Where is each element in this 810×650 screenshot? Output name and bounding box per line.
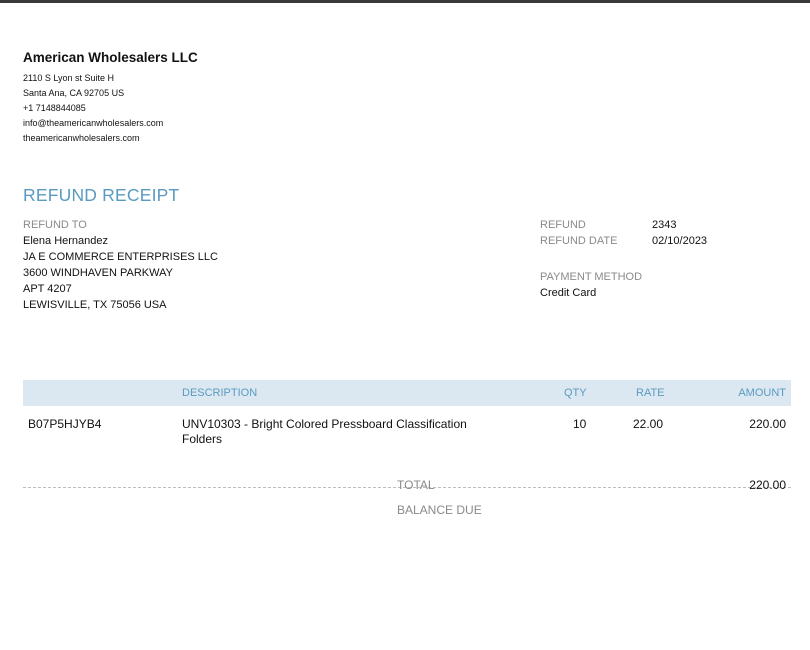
company-phone: +1 7148844085 <box>23 103 86 113</box>
payment-method-label: PAYMENT METHOD <box>540 271 643 283</box>
refund-date-label: REFUND DATE <box>540 235 618 247</box>
payment-method-block: PAYMENT METHOD Credit Card <box>540 269 707 301</box>
company-name: American Wholesalers LLC <box>23 50 198 65</box>
total-value: 220.00 <box>749 478 786 492</box>
balance-due-row: BALANCE DUE <box>397 503 791 528</box>
company-website: theamericanwholesalers.com <box>23 133 140 143</box>
customer-name: Elena Hernandez <box>23 235 109 247</box>
refund-meta: REFUND 2343 REFUND DATE 02/10/2023 PAYME… <box>540 217 707 301</box>
item-description-line2: Folders <box>182 432 223 446</box>
item-description: UNV10303 - Bright Colored Pressboard Cla… <box>182 417 467 447</box>
company-address-line1: 2110 S Lyon st Suite H <box>23 73 115 83</box>
company-address-line2: Santa Ana, CA 92705 US <box>23 88 125 98</box>
document-title: REFUND RECEIPT <box>23 185 180 205</box>
refund-date-value: 02/10/2023 <box>652 235 708 247</box>
customer-city: LEWISVILLE, TX 75056 USA <box>23 299 167 311</box>
refund-to-block: REFUND TO Elena Hernandez JA E COMMERCE … <box>23 217 218 313</box>
refund-to-label: REFUND TO <box>23 219 87 231</box>
header-rate: RATE <box>636 387 665 399</box>
refund-date-row: REFUND DATE 02/10/2023 <box>540 233 707 249</box>
company-email: info@theamericanwholesalers.com <box>23 118 164 128</box>
customer-apt: APT 4207 <box>23 283 72 295</box>
header-qty: QTY <box>564 387 587 399</box>
item-sku: B07P5HJYB4 <box>28 417 102 431</box>
header-amount: AMOUNT <box>738 387 786 399</box>
item-rate: 22.00 <box>633 417 664 431</box>
header-description: DESCRIPTION <box>182 387 258 399</box>
table-row: B07P5HJYB4 UNV10303 - Bright Colored Pre… <box>23 406 791 488</box>
item-qty: 10 <box>573 417 587 431</box>
item-amount: 220.00 <box>749 417 786 431</box>
refund-number-value: 2343 <box>652 219 677 231</box>
top-border <box>0 0 810 3</box>
total-row: TOTAL 220.00 <box>397 478 791 503</box>
customer-street: 3600 WINDHAVEN PARKWAY <box>23 267 173 279</box>
payment-method-value: Credit Card <box>540 287 597 299</box>
total-label: TOTAL <box>397 478 435 492</box>
company-info: American Wholesalers LLC 2110 S Lyon st … <box>23 50 198 146</box>
item-description-line1: UNV10303 - Bright Colored Pressboard Cla… <box>182 417 467 431</box>
refund-number-label: REFUND <box>540 219 586 231</box>
totals-block: TOTAL 220.00 BALANCE DUE <box>397 478 791 528</box>
refund-number-row: REFUND 2343 <box>540 217 707 233</box>
table-header: DESCRIPTION QTY RATE AMOUNT <box>23 380 791 406</box>
line-items-table: DESCRIPTION QTY RATE AMOUNT B07P5HJYB4 U… <box>23 380 791 488</box>
balance-due-label: BALANCE DUE <box>397 503 482 517</box>
customer-company: JA E COMMERCE ENTERPRISES LLC <box>23 251 218 263</box>
